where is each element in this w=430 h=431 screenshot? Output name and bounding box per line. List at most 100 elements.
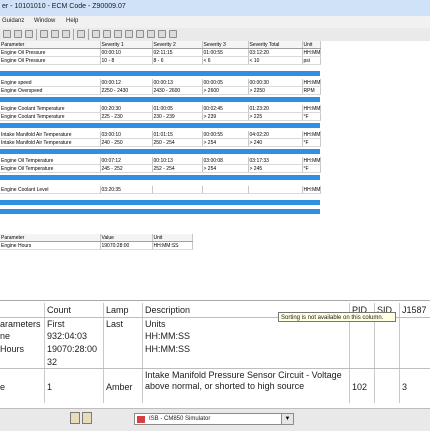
adapter-icon [137,416,145,423]
toolbar-divider [88,29,89,40]
cell: Engine speed [0,79,101,87]
cell: 00:00:30 [248,79,303,87]
table-row[interactable]: Engine Oil Temperature 245 - 252 252 - 254… [0,164,321,173]
cell: Engine Coolant Level [0,186,101,194]
cell: Engine Oil Temperature [0,164,101,173]
cell: 32 [47,357,58,367]
table-row[interactable]: Engine Overspeed 2250 - 2430 2430 - 2600 > … [0,86,321,95]
group-separator [0,71,320,76]
datalink-status-icon[interactable] [82,412,92,424]
cell: °F [302,138,321,147]
column-divider [103,303,104,403]
cell: Engine Overspeed [0,86,101,95]
header-parameter[interactable]: Parameter [0,41,101,49]
window-title: er - 10101010 - ECM Code - Z90009.07 [2,3,126,10]
header-severity-3[interactable]: Severity 3 [202,41,249,49]
cell: > 225 [248,112,303,121]
menu-guidanz[interactable]: Guidanz [2,18,24,24]
cell: 03:12:20 [248,49,303,57]
cell: First [47,319,65,329]
cell: 19070:28:00 [47,344,98,354]
table-row[interactable]: Engine Coolant Temperature 225 - 230 230 -… [0,112,321,121]
play-icon[interactable] [114,30,122,38]
new-icon[interactable] [3,30,11,38]
group-separator [0,149,320,154]
cell: Engine Oil Pressure [0,49,101,57]
cell: HH:MM:SS [302,131,321,139]
menu-help[interactable]: Help [66,18,78,24]
header-j1587[interactable]: J1587 [402,305,427,315]
print-preview-icon[interactable] [51,30,59,38]
cell: HH:MM:SS [145,331,190,341]
table-row[interactable]: Engine Hours 19070:28:00 HH:MM:SS [0,241,193,250]
sorting-tooltip: Sorting is not available on this column. [278,312,396,322]
table-row[interactable]: Engine Oil Pressure 10 - 88 - 6 < 6 < 10 psi [0,56,321,65]
toolbar [0,28,430,42]
group-separator [0,200,320,205]
table-row[interactable]: Engine Oil Pressure 00:00:10 02:11:15 01:00… [0,49,321,57]
cell: HH:MM:SS [302,186,321,194]
column-divider [142,303,143,403]
toolbar-divider [73,29,74,40]
cell: > 239 [202,112,249,121]
cell: 225 - 230 [100,112,153,121]
cell: Last [106,319,124,329]
save-icon[interactable] [25,30,33,38]
cell: 00:00:10 [100,49,153,57]
cell: °F [302,164,321,173]
cell: > 2250 [248,86,303,95]
print-icon[interactable] [40,30,48,38]
header-value[interactable]: Value [100,234,153,242]
header-severity-2[interactable]: Severity 2 [152,41,203,49]
engine-hours-table: Parameter Value Unit Engine Hours 19070:… [0,234,193,250]
datalink-adapter-select[interactable]: ISB - CM850 Simulator ▼ [134,413,294,425]
menu-bar: Guidanz Window Help [0,16,430,28]
severity-group-coolant-temp: Engine Coolant Temperature 00:20:30 01:00:… [0,105,321,121]
cell: 245 - 252 [100,164,153,173]
table-row[interactable]: Engine Coolant Temperature 00:20:30 01:00:… [0,105,321,113]
header-severity-1[interactable]: Severity 1 [100,41,153,49]
record-icon[interactable] [92,30,100,38]
header-severity-total[interactable]: Severity Total [248,41,303,49]
header-unit[interactable]: Unit [302,41,321,49]
table-row[interactable]: Engine Oil Temperature 00:07:12 00:10:13 03… [0,157,321,165]
cell: > 254 [202,164,249,173]
header-lamp[interactable]: Lamp [106,305,129,315]
header-unit[interactable]: Unit [152,234,193,242]
cell: Intake Manifold Air Temperature [0,138,101,147]
header-count[interactable]: Count [47,305,71,315]
header-description[interactable]: Description [145,305,190,315]
header-parameter[interactable]: Parameter [0,234,101,242]
fault-description: Intake Manifold Pressure Sensor Circuit … [145,370,342,391]
cell [202,186,249,194]
cell: Engine Coolant Temperature [0,105,101,113]
report-icon[interactable] [158,30,166,38]
chevron-down-icon[interactable]: ▼ [281,414,293,424]
cell: 1 [47,382,53,392]
cell: > 240 [248,138,303,147]
step-icon[interactable] [136,30,144,38]
export-icon[interactable] [169,30,177,38]
cell: 240 - 250 [100,138,153,147]
cell: < 10 [248,56,303,65]
open-icon[interactable] [14,30,22,38]
stop-icon[interactable] [103,30,111,38]
cell: 03:00:10 [100,131,153,139]
table-row[interactable]: Intake Manifold Air Temperature 03:00:10 0… [0,131,321,139]
cell: 00:00:05 [202,79,249,87]
grid-icon[interactable] [147,30,155,38]
cell: HH:MM:SS [302,49,321,57]
cell: 03:00:08 [202,157,249,165]
cell: 252 - 254 [152,164,203,173]
cell: > 254 [202,138,249,147]
filter-icon[interactable] [62,30,70,38]
table-row[interactable]: Engine speed 00:00:12 00:00:13 00:00:05 00:0… [0,79,321,87]
clipboard-icon[interactable] [77,30,85,38]
cell: 3 [402,382,408,392]
pause-icon[interactable] [125,30,133,38]
table-row[interactable]: Intake Manifold Air Temperature 240 - 250… [0,138,321,147]
cell: 02:11:15 [152,49,203,57]
table-row[interactable]: Engine Coolant Level03:20:35 HH:MM:SS [0,186,321,194]
connection-status-icon[interactable] [70,412,80,424]
menu-window[interactable]: Window [34,18,55,24]
